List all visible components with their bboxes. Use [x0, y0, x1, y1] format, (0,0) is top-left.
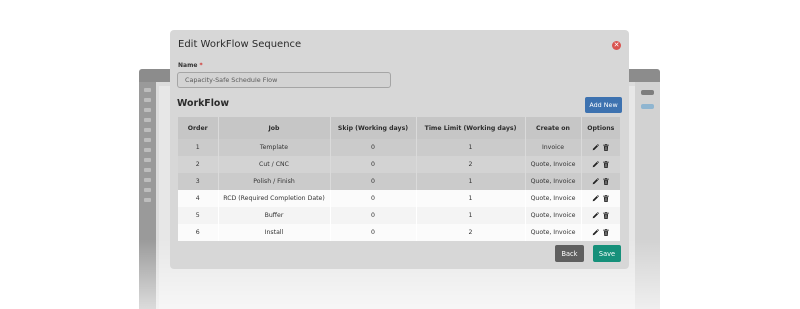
workflow-table-body: 1Template01Invoice2Cut / CNC02Quote, Inv…	[178, 139, 620, 241]
name-label: Name *	[178, 62, 203, 69]
required-mark: *	[200, 62, 203, 69]
cell-job: Polish / Finish	[218, 173, 330, 190]
cell-order: 4	[178, 190, 218, 207]
cell-job: Install	[218, 224, 330, 241]
cell-create-on: Invoice	[525, 139, 581, 156]
cell-skip: 0	[330, 139, 416, 156]
cell-skip: 0	[330, 156, 416, 173]
cell-job: RCD (Required Completion Date)	[218, 190, 330, 207]
workflow-section-title: WorkFlow	[177, 98, 229, 109]
trash-icon[interactable]	[603, 229, 609, 236]
cell-options	[581, 207, 620, 224]
column-header-create-on: Create on	[525, 117, 581, 139]
column-header-job: Job	[218, 117, 330, 139]
table-row: 6Install02Quote, Invoice	[178, 224, 620, 241]
cell-options	[581, 224, 620, 241]
cell-options	[581, 190, 620, 207]
modal-title: Edit WorkFlow Sequence	[178, 39, 301, 50]
pencil-icon[interactable]	[592, 212, 599, 219]
cell-skip: 0	[330, 190, 416, 207]
cell-options	[581, 173, 620, 190]
add-new-button[interactable]: Add New	[585, 97, 622, 113]
cell-job: Cut / CNC	[218, 156, 330, 173]
column-header-time-limit: Time Limit (Working days)	[416, 117, 525, 139]
table-row: 4RCD (Required Completion Date)01Quote, …	[178, 190, 620, 207]
table-row: 3Polish / Finish01Quote, Invoice	[178, 173, 620, 190]
cell-time-limit: 1	[416, 190, 525, 207]
cell-time-limit: 1	[416, 173, 525, 190]
cell-order: 5	[178, 207, 218, 224]
cell-skip: 0	[330, 207, 416, 224]
trash-icon[interactable]	[603, 161, 609, 168]
table-row: 5Buffer01Quote, Invoice	[178, 207, 620, 224]
table-header-row: Order Job Skip (Working days) Time Limit…	[178, 117, 620, 139]
trash-icon[interactable]	[603, 144, 609, 151]
trash-icon[interactable]	[603, 178, 609, 185]
cell-options	[581, 156, 620, 173]
cell-time-limit: 1	[416, 139, 525, 156]
cell-options	[581, 139, 620, 156]
close-icon[interactable]: ✕	[612, 41, 621, 50]
cell-skip: 0	[330, 173, 416, 190]
workflow-table: Order Job Skip (Working days) Time Limit…	[178, 117, 620, 241]
pencil-icon[interactable]	[592, 161, 599, 168]
cell-create-on: Quote, Invoice	[525, 190, 581, 207]
save-button[interactable]: Save	[593, 245, 621, 262]
table-row: 2Cut / CNC02Quote, Invoice	[178, 156, 620, 173]
pencil-icon[interactable]	[592, 229, 599, 236]
cell-order: 1	[178, 139, 218, 156]
cell-order: 2	[178, 156, 218, 173]
cell-create-on: Quote, Invoice	[525, 207, 581, 224]
cell-skip: 0	[330, 224, 416, 241]
back-button[interactable]: Back	[555, 245, 584, 262]
cell-time-limit: 2	[416, 156, 525, 173]
table-row: 1Template01Invoice	[178, 139, 620, 156]
cell-create-on: Quote, Invoice	[525, 173, 581, 190]
pencil-icon[interactable]	[592, 195, 599, 202]
pencil-icon[interactable]	[592, 178, 599, 185]
name-input[interactable]	[177, 72, 391, 88]
cell-create-on: Quote, Invoice	[525, 156, 581, 173]
pencil-icon[interactable]	[592, 144, 599, 151]
cell-job: Template	[218, 139, 330, 156]
cell-job: Buffer	[218, 207, 330, 224]
cell-create-on: Quote, Invoice	[525, 224, 581, 241]
column-header-options: Options	[581, 117, 620, 139]
cell-order: 3	[178, 173, 218, 190]
cell-time-limit: 1	[416, 207, 525, 224]
column-header-order: Order	[178, 117, 218, 139]
column-header-skip: Skip (Working days)	[330, 117, 416, 139]
cell-time-limit: 2	[416, 224, 525, 241]
trash-icon[interactable]	[603, 212, 609, 219]
name-label-text: Name	[178, 62, 197, 69]
edit-workflow-modal: Edit WorkFlow Sequence ✕ Name * WorkFlow…	[170, 30, 629, 269]
trash-icon[interactable]	[603, 195, 609, 202]
cell-order: 6	[178, 224, 218, 241]
